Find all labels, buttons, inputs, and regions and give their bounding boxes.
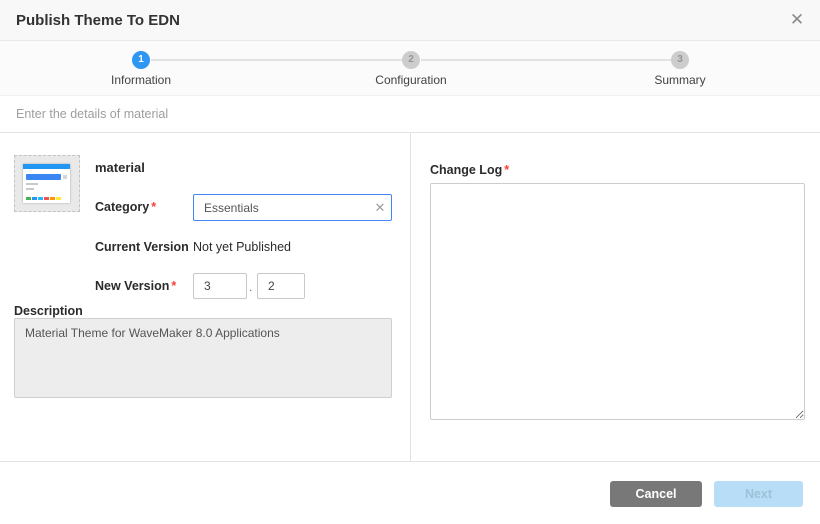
footer-divider bbox=[0, 461, 820, 462]
step-1-label: Information bbox=[71, 73, 211, 87]
step-1-circle: 1 bbox=[132, 51, 150, 69]
description-label: Description bbox=[14, 304, 83, 318]
theme-preview-image bbox=[23, 164, 70, 203]
required-asterisk: * bbox=[504, 163, 509, 177]
step-2-circle: 2 bbox=[402, 51, 420, 69]
step-2-label: Configuration bbox=[341, 73, 481, 87]
close-icon[interactable]: ✕ bbox=[786, 9, 808, 31]
required-asterisk: * bbox=[171, 279, 176, 293]
step-summary[interactable]: 3 Summary bbox=[610, 41, 750, 87]
clear-icon[interactable]: ✕ bbox=[372, 200, 388, 216]
cancel-button[interactable]: Cancel bbox=[610, 481, 702, 507]
category-input[interactable] bbox=[193, 194, 392, 221]
step-information[interactable]: 1 Information bbox=[71, 41, 211, 87]
required-asterisk: * bbox=[151, 200, 156, 214]
theme-name: material bbox=[95, 160, 145, 175]
new-version-label: New Version* bbox=[95, 279, 176, 293]
change-log-label: Change Log* bbox=[430, 163, 509, 177]
subtitle-row: Enter the details of material bbox=[0, 97, 820, 133]
publish-theme-dialog: Publish Theme To EDN ✕ 1 Information 2 C… bbox=[0, 0, 820, 524]
change-log-textarea[interactable] bbox=[430, 183, 805, 420]
theme-color-palette bbox=[26, 197, 62, 200]
dialog-titlebar: Publish Theme To EDN ✕ bbox=[0, 0, 820, 41]
theme-thumbnail bbox=[14, 155, 80, 212]
step-configuration[interactable]: 2 Configuration bbox=[341, 41, 481, 87]
category-label: Category* bbox=[95, 200, 156, 214]
new-version-major-input[interactable] bbox=[193, 273, 247, 299]
step-3-label: Summary bbox=[610, 73, 750, 87]
version-separator: . bbox=[249, 280, 252, 294]
step-3-circle: 3 bbox=[671, 51, 689, 69]
description-textarea: Material Theme for WaveMaker 8.0 Applica… bbox=[14, 318, 392, 398]
next-button[interactable]: Next bbox=[714, 481, 803, 507]
wizard-stepper: 1 Information 2 Configuration 3 Summary bbox=[0, 41, 820, 96]
dialog-title: Publish Theme To EDN bbox=[16, 0, 180, 41]
new-version-minor-input[interactable] bbox=[257, 273, 305, 299]
panel-divider bbox=[410, 133, 411, 461]
current-version-label: Current Version bbox=[95, 240, 189, 254]
current-version-value: Not yet Published bbox=[193, 240, 291, 254]
step-description-text: Enter the details of material bbox=[16, 97, 168, 132]
